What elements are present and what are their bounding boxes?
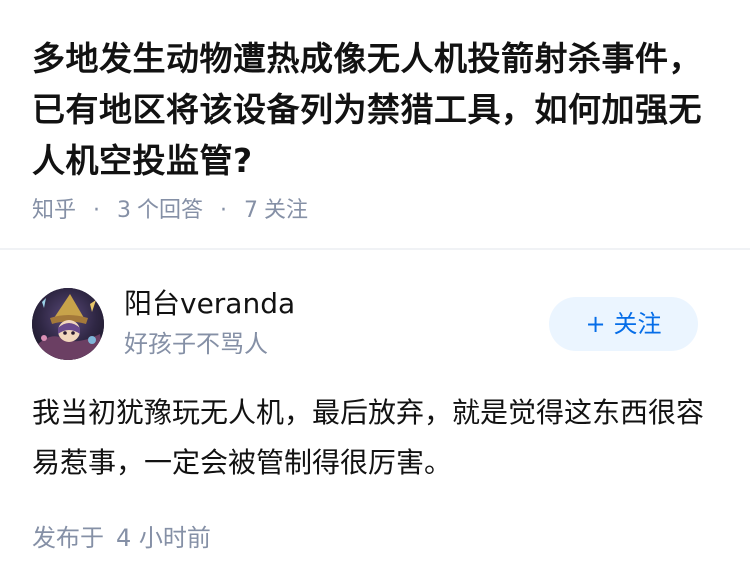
author-bio: 好孩子不骂人 [124,330,268,358]
published-label: 发布于 [32,524,104,552]
follow-button[interactable]: + 关注 [549,297,698,351]
answer-meta: 发布于 4 小时前 [32,521,211,555]
avatar-image [32,288,104,360]
author-name[interactable]: 阳台veranda [124,285,295,323]
question-title[interactable]: 多地发生动物遭热成像无人机投箭射杀事件，已有地区将该设备列为禁猎工具，如何加强无… [32,33,722,186]
source-label: 知乎 [32,198,77,223]
follower-count: 7 [244,198,259,223]
meta-separator: · [93,198,101,223]
follow-button-label: 关注 [613,310,662,338]
answer-count-label: 个回答 [137,198,204,223]
published-time: 4 小时前 [116,524,211,552]
answer-count: 3 [117,198,132,223]
section-divider [0,248,750,250]
meta-separator: · [220,198,228,223]
answer-content[interactable]: 我当初犹豫玩无人机，最后放弃，就是觉得这东西很容易惹事，一定会被管制得很厉害。 [32,388,722,488]
plus-icon: + [585,310,606,338]
question-meta: 知乎 · 3 个回答 · 7 关注 [32,196,308,226]
follower-count-label: 关注 [264,198,309,223]
avatar[interactable] [32,288,104,360]
question-card: 多地发生动物遭热成像无人机投箭射杀事件，已有地区将该设备列为禁猎工具，如何加强无… [0,0,750,248]
